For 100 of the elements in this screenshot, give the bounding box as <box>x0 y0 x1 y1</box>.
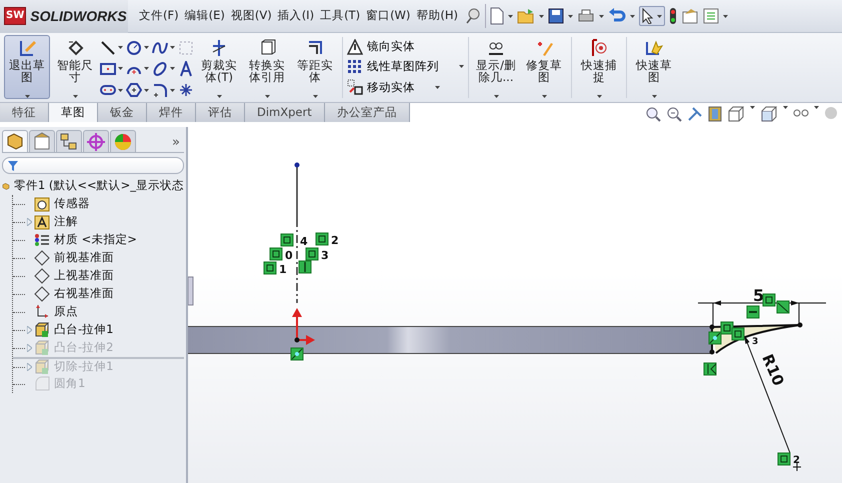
caret-icon[interactable] <box>118 88 123 92</box>
save-icon[interactable] <box>548 8 564 24</box>
ribbon-button[interactable]: 退出草图 <box>4 35 50 99</box>
caret-icon[interactable] <box>170 88 175 92</box>
tab[interactable]: 草图 <box>49 103 98 122</box>
menu-item[interactable]: 工具(T) <box>317 5 364 27</box>
spline-icon[interactable] <box>152 40 168 56</box>
ribbon-button[interactable]: 修复草图 <box>521 35 567 99</box>
ribbon-button[interactable]: 显示/删除几... <box>473 35 519 99</box>
relation-icon[interactable] <box>306 248 318 260</box>
tree-item[interactable]: 材质 <未指定> <box>54 231 137 249</box>
caret-icon[interactable] <box>508 14 514 18</box>
more-tabs-button[interactable]: » <box>172 132 180 152</box>
caret-icon[interactable] <box>630 14 636 18</box>
tree-item[interactable]: 右视基准面 <box>54 285 114 303</box>
menu-item[interactable]: 编辑(E) <box>182 5 228 27</box>
caret-icon[interactable] <box>494 95 498 98</box>
ellipse-icon[interactable] <box>152 60 168 77</box>
options-icon[interactable] <box>681 8 700 24</box>
caret-icon[interactable] <box>312 95 318 98</box>
panel-tab[interactable] <box>29 130 55 152</box>
fillet-icon[interactable] <box>152 82 168 98</box>
relation-icon[interactable] <box>290 348 304 360</box>
caret-icon[interactable] <box>170 67 175 70</box>
film-icon[interactable] <box>708 106 722 122</box>
tab[interactable]: 特征 <box>0 103 49 122</box>
caret-icon[interactable] <box>539 14 544 18</box>
circle-icon[interactable] <box>126 40 142 56</box>
caret-icon[interactable] <box>723 14 728 18</box>
caret-icon[interactable] <box>435 86 440 89</box>
text-tool-icon[interactable] <box>178 60 194 77</box>
line-icon[interactable] <box>100 40 116 56</box>
relation-icon[interactable] <box>704 362 716 376</box>
caret-icon[interactable] <box>652 95 656 98</box>
relation-icon[interactable] <box>720 322 734 334</box>
traffic-light-icon[interactable] <box>669 7 678 25</box>
tab[interactable]: 评估 <box>196 103 245 122</box>
ribbon-button[interactable]: 等距实体 <box>292 35 338 99</box>
cursor-icon[interactable] <box>642 8 654 24</box>
relation-icon[interactable] <box>316 232 328 246</box>
cube-icon[interactable] <box>760 106 778 122</box>
polygon-icon[interactable] <box>126 82 142 98</box>
tab[interactable]: 办公室产品 <box>324 103 410 122</box>
caret-icon[interactable] <box>657 14 662 18</box>
dimension-value[interactable]: R10 <box>758 352 788 388</box>
tab[interactable]: 钣金 <box>98 103 147 122</box>
panel-tab[interactable] <box>2 130 28 152</box>
ribbon-list-button[interactable]: 线性草图阵列 <box>347 58 439 76</box>
tab[interactable]: DimXpert <box>245 103 325 122</box>
caret-icon[interactable] <box>814 106 819 109</box>
caret-icon[interactable] <box>144 46 149 50</box>
relation-icon[interactable] <box>280 234 294 246</box>
point-icon[interactable] <box>178 82 194 98</box>
select-button[interactable] <box>639 6 666 26</box>
list-icon[interactable] <box>703 8 720 24</box>
tree-item[interactable]: 零件1 (默认<<默认>_显示状态 <box>14 177 184 195</box>
zoom-icon[interactable] <box>645 106 661 122</box>
filter-field[interactable] <box>2 157 184 174</box>
menu-item[interactable]: 窗口(W) <box>363 5 414 27</box>
caret-icon[interactable] <box>542 95 546 98</box>
caret-icon[interactable] <box>24 95 30 98</box>
caret-icon[interactable] <box>170 46 175 50</box>
relation-icon[interactable] <box>732 328 744 340</box>
ribbon-list-button[interactable]: 镜向实体 <box>347 38 415 56</box>
printer-icon[interactable] <box>577 8 596 24</box>
panel-tab[interactable] <box>83 130 109 152</box>
relation-icon[interactable] <box>746 306 760 318</box>
caret-icon[interactable] <box>596 95 602 98</box>
menu-item[interactable]: 帮助(H) <box>413 5 462 27</box>
caret-icon[interactable] <box>264 95 270 98</box>
construction-line[interactable] <box>294 162 300 303</box>
caret-icon[interactable] <box>144 67 149 70</box>
caret-icon[interactable] <box>72 95 78 98</box>
relation-icon[interactable] <box>270 248 282 260</box>
ribbon-list-button[interactable]: 移动实体 <box>347 78 415 96</box>
tab[interactable]: 焊件 <box>147 103 196 122</box>
section-view-icon[interactable] <box>687 106 703 122</box>
tree-item[interactable]: 注解 <box>54 213 78 231</box>
caret-icon[interactable] <box>118 46 123 50</box>
caret-icon[interactable] <box>459 65 464 68</box>
relation-icon[interactable] <box>778 452 790 466</box>
ribbon-button[interactable]: 转换实体引用 <box>244 35 290 99</box>
dimension-value[interactable]: 5 <box>753 286 764 305</box>
ribbon-button[interactable]: 快速草图 <box>631 35 677 99</box>
caret-icon[interactable] <box>144 88 149 92</box>
undo-icon[interactable] <box>608 8 626 24</box>
tree-item[interactable]: 上视基准面 <box>54 267 114 285</box>
relation-icon[interactable] <box>264 262 276 274</box>
rectangle-icon[interactable] <box>100 60 116 77</box>
caret-icon[interactable] <box>568 14 574 18</box>
caret-icon[interactable] <box>216 95 222 98</box>
relation-icon[interactable] <box>776 300 790 314</box>
sketch-outline[interactable] <box>710 322 802 354</box>
menu-item[interactable]: 文件(F) <box>136 5 182 27</box>
relation-icon[interactable] <box>298 260 312 274</box>
menu-item[interactable]: 视图(V) <box>228 5 275 27</box>
tree-item[interactable]: 凸台-拉伸1 <box>54 321 114 339</box>
panel-tab[interactable] <box>56 130 82 152</box>
ribbon-button[interactable]: 快速捕捉 <box>576 35 622 99</box>
tree-item[interactable]: 传感器 <box>54 195 90 213</box>
